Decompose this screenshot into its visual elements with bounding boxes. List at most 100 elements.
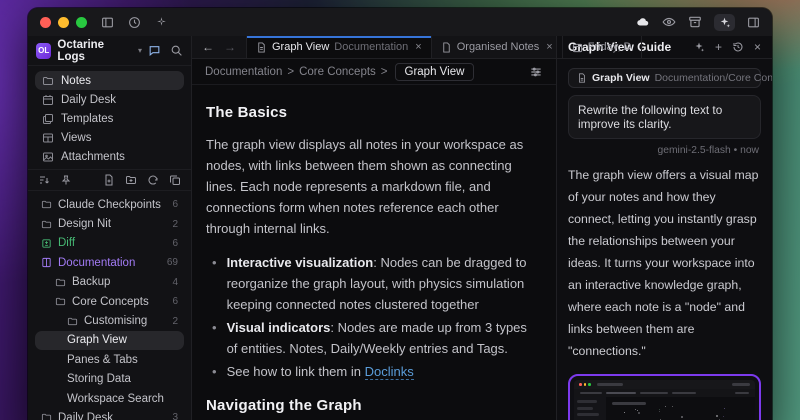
book-icon [41,257,52,268]
nav-label: Attachments [61,151,125,163]
tab-graph-view[interactable]: Graph View Documentation × [247,36,432,58]
nav-label: Daily Desk [61,94,116,106]
video-thumbnail [574,380,755,420]
tree-item-diff[interactable]: Diff6 [35,234,184,253]
note-title-input[interactable]: Graph View [395,63,475,81]
section-heading: Navigating the Graph [206,395,536,416]
workspace-badge: OL [36,43,51,59]
nav-label: Views [61,132,91,144]
maximize-window-button[interactable] [76,17,87,28]
tree-item-daily-desk[interactable]: Daily Desk3 [35,408,184,420]
sparkles-icon[interactable] [693,41,705,53]
titlebar [28,8,772,36]
chevron-down-icon: ▾ [138,46,142,55]
file-icon [441,42,452,53]
model-meta: gemini-2.5-flash • now [570,145,759,156]
tree-item-graph-view[interactable]: Graph View [35,331,184,350]
search-icon[interactable] [170,44,183,57]
grid-icon [42,132,54,144]
history-icon[interactable] [732,41,744,53]
cloud-sync-icon[interactable] [636,15,650,29]
back-button[interactable]: ← [202,40,214,54]
folder-icon [41,199,52,210]
list-item: • Interactive visualization: Nodes can b… [212,252,536,315]
templates-icon [42,113,54,125]
ai-sparkles-icon[interactable] [714,14,735,31]
mini-tabbar [574,389,755,397]
refresh-icon[interactable] [147,174,159,186]
workspace-name: Octarine Logs [57,39,132,63]
video-preview[interactable] [568,374,761,420]
section-heading: The Basics [206,102,536,123]
tree-item-backup[interactable]: Backup4 [35,273,184,292]
folder-icon [55,296,66,307]
sidebar-item-templates[interactable]: Templates [35,109,184,128]
list-item: • See how to link them in Doclinks [212,361,536,382]
graph-starfield [606,397,755,420]
note-content[interactable]: The Basics The graph view displays all n… [192,85,556,420]
sparkle-settings-icon[interactable] [155,16,168,29]
breadcrumb-segment[interactable]: Documentation [205,66,282,78]
archive-icon[interactable] [688,15,702,29]
folder-icon [41,219,52,230]
user-prompt: Rewrite the following text to improve it… [568,95,761,139]
calendar-icon [42,94,54,106]
tree-item-claude-checkpoints[interactable]: Claude Checkpoints6 [35,195,184,214]
eye-icon[interactable] [662,15,676,29]
new-chat-button[interactable]: + [715,40,722,54]
file-tree: Claude Checkpoints6 Design Nit2 Diff6 Do… [28,191,191,420]
sidebar-item-views[interactable]: Views [35,128,184,147]
editor-pane: ← → Graph View Documentation × Organised… [192,36,556,420]
workspace-switcher[interactable]: OL Octarine Logs ▾ [28,36,191,66]
folder-icon [42,75,54,87]
context-chip[interactable]: Graph View Documentation/Core Concepts [568,68,761,88]
right-panel-toggle-icon[interactable] [747,16,760,29]
sidebar-item-attachments[interactable]: Attachments [35,147,184,166]
tree-item-core-concepts[interactable]: Core Concepts6 [35,292,184,311]
traffic-lights [40,17,87,28]
folder-icon [55,277,66,288]
close-tab-icon[interactable]: × [415,41,421,53]
close-tab-icon[interactable]: × [546,41,552,53]
sidebar-item-daily-desk[interactable]: Daily Desk [35,90,184,109]
breadcrumb-segment[interactable]: Core Concepts [299,66,376,78]
new-folder-icon[interactable] [125,174,137,186]
list-item: • Visual indicators: Nodes are made up f… [212,317,536,359]
doclinks-link[interactable]: Doclinks [365,364,414,380]
tree-item-workspace-search[interactable]: Workspace Search [35,389,184,408]
tab-bar: ← → Graph View Documentation × Organised… [192,36,556,59]
tree-item-customising[interactable]: Customising2 [35,311,184,330]
forward-button[interactable]: → [224,40,236,54]
paragraph: The graph view displays all notes in you… [206,134,536,239]
tree-item-storing-data[interactable]: Storing Data [35,370,184,389]
clock-icon[interactable] [128,16,141,29]
close-window-button[interactable] [40,17,51,28]
file-icon [577,73,587,83]
minimize-window-button[interactable] [58,17,69,28]
assistant-panel: Graph View Guide + × Graph View Document… [556,36,772,420]
app-window: OL Octarine Logs ▾ Notes Daily Desk [28,8,772,420]
breadcrumb: Documentation > Core Concepts > Graph Vi… [192,59,556,85]
sidebar-item-notes[interactable]: Notes [35,71,184,90]
new-file-icon[interactable] [103,174,115,186]
tab-organised-notes[interactable]: Organised Notes × [432,36,563,58]
chat-icon[interactable] [148,44,161,57]
diff-icon [41,238,52,249]
tree-toolbar [28,170,191,190]
bullet-list: • Interactive visualization: Nodes can b… [212,252,536,382]
folder-icon [41,412,52,420]
tree-item-design-nit[interactable]: Design Nit2 [35,214,184,233]
tree-item-panes-tabs[interactable]: Panes & Tabs [35,350,184,369]
sidebar: OL Octarine Logs ▾ Notes Daily Desk [28,36,192,420]
folder-icon [67,316,78,327]
close-panel-button[interactable]: × [754,40,761,54]
note-options-icon[interactable] [529,65,543,79]
tree-item-documentation[interactable]: Documentation69 [35,253,184,272]
calendar-icon [572,42,583,53]
pin-icon[interactable] [60,174,72,186]
tab-friday[interactable]: Friday, D [563,36,642,58]
copy-icon[interactable] [169,174,181,186]
sort-icon[interactable] [38,174,50,186]
sidebar-toggle-icon[interactable] [101,16,114,29]
image-icon [42,151,54,163]
